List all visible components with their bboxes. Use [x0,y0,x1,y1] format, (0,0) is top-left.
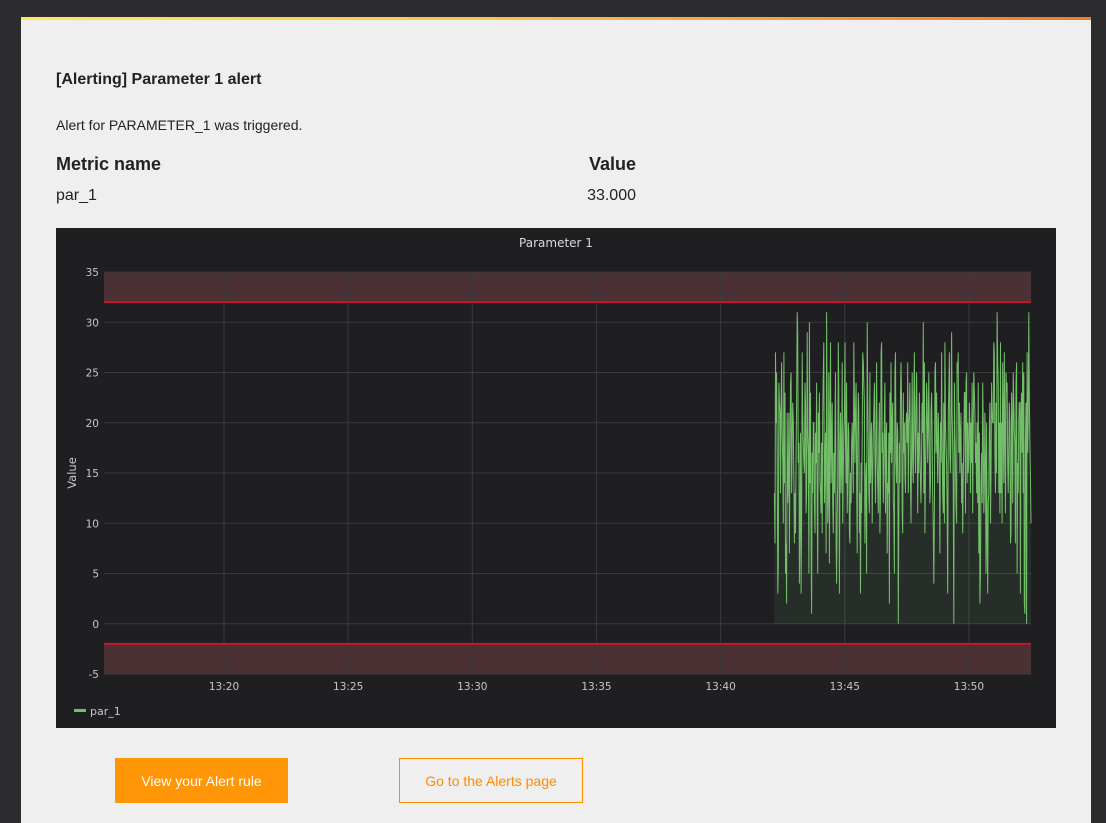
go-to-alerts-page-button[interactable]: Go to the Alerts page [399,758,583,803]
legend-swatch [74,709,86,712]
metric-value-header: Value [588,154,636,174]
y-tick-label: 25 [86,368,99,380]
y-tick-label: 5 [92,569,99,581]
x-tick-label: 13:35 [581,681,611,693]
metric-name-header: Metric name [56,154,162,174]
y-tick-label: 20 [86,418,99,430]
y-tick-label: -5 [89,669,99,681]
chart-title: Parameter 1 [519,236,593,250]
alert-card: [Alerting] Parameter 1 alert Alert for P… [21,17,1091,823]
threshold-region-low [104,643,1031,674]
alert-title: [Alerting] Parameter 1 alert [56,71,262,88]
threshold-region-high [104,272,1031,303]
chart-svg: Parameter 1 -5 0 5 10 15 20 25 30 35 13:20 13:25 13:… [65,236,1032,718]
y-tick-label: 0 [92,619,99,631]
graph-panel: Parameter 1 -5 0 5 10 15 20 25 30 35 13:20 13:25 13:… [56,228,1056,728]
metric-name-cell: par_1 [56,187,97,204]
x-tick-label: 13:20 [209,681,239,693]
alert-message: Alert for PARAMETER_1 was triggered. [56,117,303,133]
y-tick-label: 10 [86,518,99,530]
x-tick-label: 13:40 [705,681,735,693]
header-accent-bar [21,17,1091,20]
x-tick-label: 13:50 [954,681,984,693]
x-tick-label: 13:25 [333,681,363,693]
metric-value-cell: 33.000 [587,187,636,204]
y-axis-label: Value [65,457,79,489]
x-tick-label: 13:45 [830,681,860,693]
y-tick-label: 30 [86,317,99,329]
legend-label: par_1 [90,705,121,718]
x-tick-label: 13:30 [457,681,487,693]
y-tick-label: 35 [86,267,99,279]
y-tick-label: 15 [86,468,99,480]
view-alert-rule-button[interactable]: View your Alert rule [115,758,288,803]
